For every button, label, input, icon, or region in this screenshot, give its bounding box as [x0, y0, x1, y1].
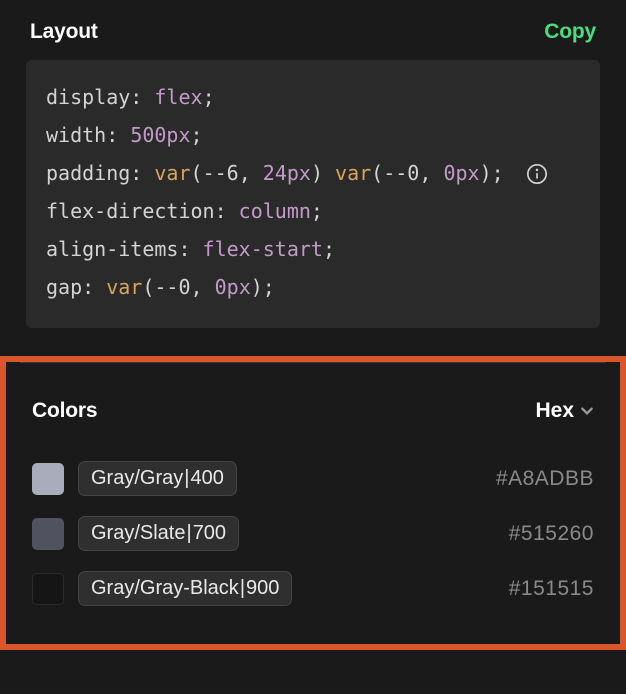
- color-swatch: [32, 463, 64, 495]
- color-name-pill[interactable]: Gray/Gray |400: [78, 461, 237, 496]
- color-swatch: [32, 573, 64, 605]
- color-name-pill[interactable]: Gray/Slate |700: [78, 516, 239, 551]
- colors-section-header: Colors Hex: [6, 363, 620, 451]
- color-row[interactable]: Gray/Gray-Black |900 #151515: [6, 561, 620, 616]
- colors-title: Colors: [32, 399, 97, 423]
- copy-button[interactable]: Copy: [544, 20, 596, 44]
- color-name-pill[interactable]: Gray/Gray-Black |900: [78, 571, 292, 606]
- code-line: padding: var(--6, 24px) var(--0, 0px);: [46, 154, 580, 192]
- color-hex-value: #A8ADBB: [496, 467, 594, 491]
- color-format-select[interactable]: Hex: [535, 399, 594, 423]
- color-swatch: [32, 518, 64, 550]
- info-icon[interactable]: [526, 163, 548, 185]
- color-hex-value: #151515: [509, 577, 594, 601]
- css-code-block[interactable]: display: flex; width: 500px; padding: va…: [26, 60, 600, 328]
- code-line: display: flex;: [46, 78, 580, 116]
- chevron-down-icon: [580, 404, 594, 418]
- layout-title: Layout: [30, 20, 98, 44]
- color-row[interactable]: Gray/Gray |400 #A8ADBB: [6, 451, 620, 506]
- layout-section-header: Layout Copy: [0, 0, 626, 60]
- code-line: align-items: flex-start;: [46, 230, 580, 268]
- colors-highlight-box: Colors Hex Gray/Gray |400 #A8ADBB Gray/: [0, 356, 626, 650]
- color-row[interactable]: Gray/Slate |700 #515260: [6, 506, 620, 561]
- color-hex-value: #515260: [509, 522, 594, 546]
- code-line: gap: var(--0, 0px);: [46, 268, 580, 306]
- color-format-label: Hex: [535, 399, 574, 423]
- code-line: width: 500px;: [46, 116, 580, 154]
- code-line: flex-direction: column;: [46, 192, 580, 230]
